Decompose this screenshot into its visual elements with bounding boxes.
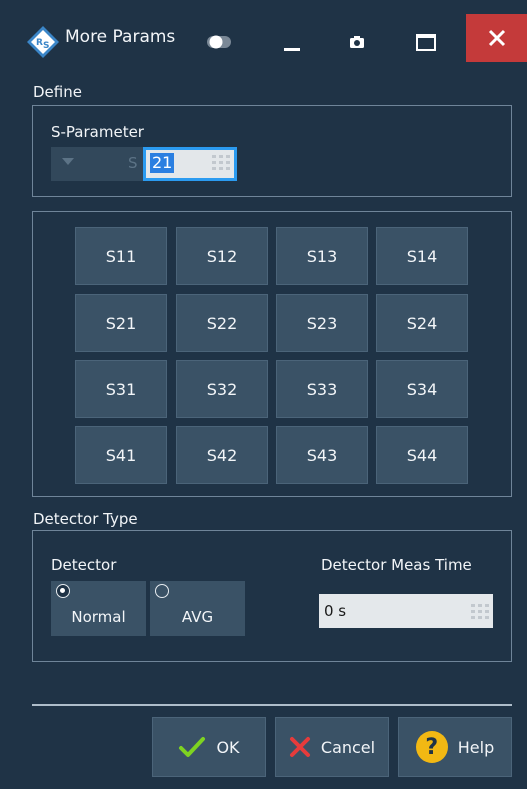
title-bar: R S More Params xyxy=(0,0,527,72)
s42-button[interactable]: S42 xyxy=(176,426,268,484)
s21-button[interactable]: S21 xyxy=(75,294,167,352)
s41-button[interactable]: S41 xyxy=(75,426,167,484)
camera-icon[interactable] xyxy=(347,20,367,64)
s33-button[interactable]: S33 xyxy=(276,360,368,418)
s-parameter-value: 21 xyxy=(150,153,175,173)
close-icon xyxy=(488,29,505,47)
toggle-icon[interactable] xyxy=(206,20,236,64)
s44-button[interactable]: S44 xyxy=(376,426,468,484)
define-section-label: Define xyxy=(33,83,82,101)
footer-divider xyxy=(32,704,512,706)
radio-selected-icon xyxy=(56,584,70,598)
minimize-icon[interactable] xyxy=(282,20,302,64)
keypad-icon[interactable] xyxy=(212,155,230,171)
s-parameter-input[interactable]: 21 xyxy=(143,147,237,181)
detector-normal-radio[interactable]: Normal xyxy=(51,581,146,636)
rs-logo-icon: R S xyxy=(27,26,59,58)
detector-normal-label: Normal xyxy=(71,608,126,626)
s32-button[interactable]: S32 xyxy=(176,360,268,418)
s34-button[interactable]: S34 xyxy=(376,360,468,418)
help-button[interactable]: ? Help xyxy=(398,717,512,777)
ok-label: OK xyxy=(216,737,240,757)
cancel-label: Cancel xyxy=(320,737,376,757)
s-parameter-label: S-Parameter xyxy=(51,123,144,141)
s13-button[interactable]: S13 xyxy=(276,227,368,285)
s23-button[interactable]: S23 xyxy=(276,294,368,352)
maximize-icon[interactable] xyxy=(414,20,438,64)
detector-meas-time-value: 0 s xyxy=(324,602,347,620)
detector-meas-time-input[interactable]: 0 s xyxy=(319,594,493,628)
cancel-button[interactable]: Cancel xyxy=(275,717,389,777)
detector-label: Detector xyxy=(51,556,117,574)
close-button[interactable] xyxy=(466,14,527,62)
s14-button[interactable]: S14 xyxy=(376,227,468,285)
keypad-icon[interactable] xyxy=(471,604,489,620)
detector-avg-radio[interactable]: AVG xyxy=(150,581,245,636)
svg-text:R: R xyxy=(36,38,43,48)
checkmark-icon xyxy=(179,737,206,757)
s11-button[interactable]: S11 xyxy=(75,227,167,285)
window-title: More Params xyxy=(65,27,176,47)
detector-meas-time-label: Detector Meas Time xyxy=(321,556,472,574)
help-icon: ? xyxy=(415,731,448,763)
svg-text:S: S xyxy=(43,41,49,51)
detector-avg-label: AVG xyxy=(181,608,214,626)
s24-button[interactable]: S24 xyxy=(376,294,468,352)
radio-unselected-icon xyxy=(155,584,169,598)
detector-type-section-label: Detector Type xyxy=(33,510,138,528)
chevron-down-icon xyxy=(62,158,74,165)
s31-button[interactable]: S31 xyxy=(75,360,167,418)
ok-button[interactable]: OK xyxy=(152,717,266,777)
cancel-x-icon xyxy=(289,737,310,757)
s-prefix: S xyxy=(128,154,138,172)
s12-button[interactable]: S12 xyxy=(176,227,268,285)
s43-button[interactable]: S43 xyxy=(276,426,368,484)
s22-button[interactable]: S22 xyxy=(176,294,268,352)
help-label: Help xyxy=(457,737,495,757)
